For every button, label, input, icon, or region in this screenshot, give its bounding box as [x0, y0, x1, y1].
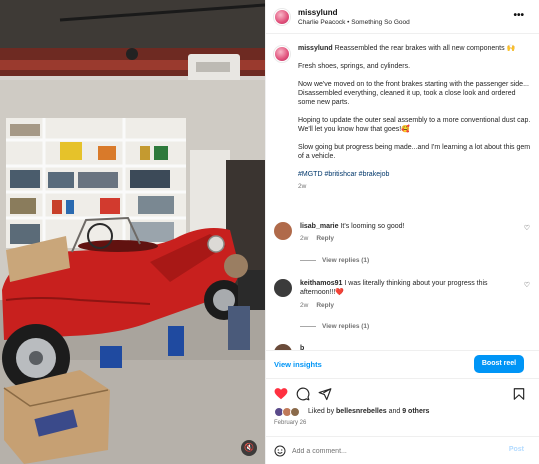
post-comment-button[interactable]: Post: [509, 446, 524, 453]
insights-bar: View insights Boost reel: [266, 350, 539, 378]
caption-time: 2w: [298, 183, 307, 190]
comment-text: It's looming so good!: [340, 223, 405, 230]
comment-username[interactable]: keithamos91: [300, 280, 342, 287]
reply-button[interactable]: Reply: [316, 235, 334, 242]
boost-reel-button[interactable]: Boost reel: [474, 355, 524, 373]
author-avatar[interactable]: [274, 9, 290, 25]
caption-avatar[interactable]: [274, 46, 290, 62]
add-comment-bar: Post: [266, 436, 539, 464]
liker-avatar: [290, 407, 300, 417]
caption-hashtags[interactable]: #MGTD #britishcar #brakejob: [298, 170, 534, 179]
likes-user[interactable]: bellesnrebelles: [336, 408, 387, 415]
bookmark-icon[interactable]: [512, 387, 526, 401]
comments-list[interactable]: missylund Reassembled the rear brakes wi…: [266, 34, 539, 350]
mute-button[interactable]: 🔇: [241, 440, 257, 456]
view-insights-link[interactable]: View insights: [274, 360, 322, 369]
view-replies-button[interactable]: View replies (1): [300, 323, 369, 330]
view-replies-button[interactable]: View replies (1): [300, 257, 369, 264]
likes-others[interactable]: 9 others: [402, 408, 429, 415]
speaker-muted-icon: 🔇: [244, 443, 254, 452]
comment-time: 2w: [300, 235, 309, 242]
send-icon[interactable]: [318, 387, 332, 401]
likes-and: and: [388, 408, 401, 415]
audio-track-link[interactable]: Charlie Peacock • Something So Good: [298, 19, 410, 26]
caption-paragraph: Slow going but progress being made...and…: [298, 144, 531, 160]
commenter-avatar[interactable]: [274, 222, 292, 240]
comment-username[interactable]: lisab_marie: [300, 223, 339, 230]
likes-text: Liked by bellesnrebelles and 9 others: [308, 408, 429, 415]
likes-summary[interactable]: Liked by bellesnrebelles and 9 others: [274, 406, 534, 420]
commenter-avatar[interactable]: [274, 279, 292, 297]
comment-like-icon[interactable]: ♡: [524, 224, 530, 232]
caption-paragraph: Fresh shoes, springs, and cylinders.: [298, 63, 411, 70]
view-replies-label: View replies (1): [322, 257, 370, 264]
emoji-icon[interactable]: [274, 445, 286, 457]
reply-button[interactable]: Reply: [316, 302, 334, 309]
comment-like-icon[interactable]: ♡: [524, 281, 530, 289]
comment-icon[interactable]: [296, 387, 310, 401]
heart-filled-icon[interactable]: [274, 387, 288, 401]
reel-video[interactable]: 🔇: [0, 0, 265, 464]
garage-photo: [0, 0, 265, 464]
caption-username[interactable]: missylund: [298, 45, 333, 52]
post-panel: missylund Charlie Peacock • Something So…: [265, 0, 539, 464]
action-bar: [266, 378, 539, 406]
author-username[interactable]: missylund: [298, 8, 338, 17]
post-date: February 26: [274, 420, 307, 426]
more-options-icon[interactable]: •••: [513, 10, 524, 21]
comment-time: 2w: [300, 302, 309, 309]
view-replies-label: View replies (1): [322, 323, 370, 330]
comment-input[interactable]: [292, 444, 492, 458]
post-header: missylund Charlie Peacock • Something So…: [266, 0, 539, 34]
caption-paragraph: Hoping to update the outer seal assembly…: [298, 117, 531, 133]
likes-prefix: Liked by: [308, 408, 335, 415]
caption-paragraph: Now we've moved on to the front brakes s…: [298, 81, 529, 106]
caption-lead: Reassembled the rear brakes with all new…: [334, 45, 516, 52]
